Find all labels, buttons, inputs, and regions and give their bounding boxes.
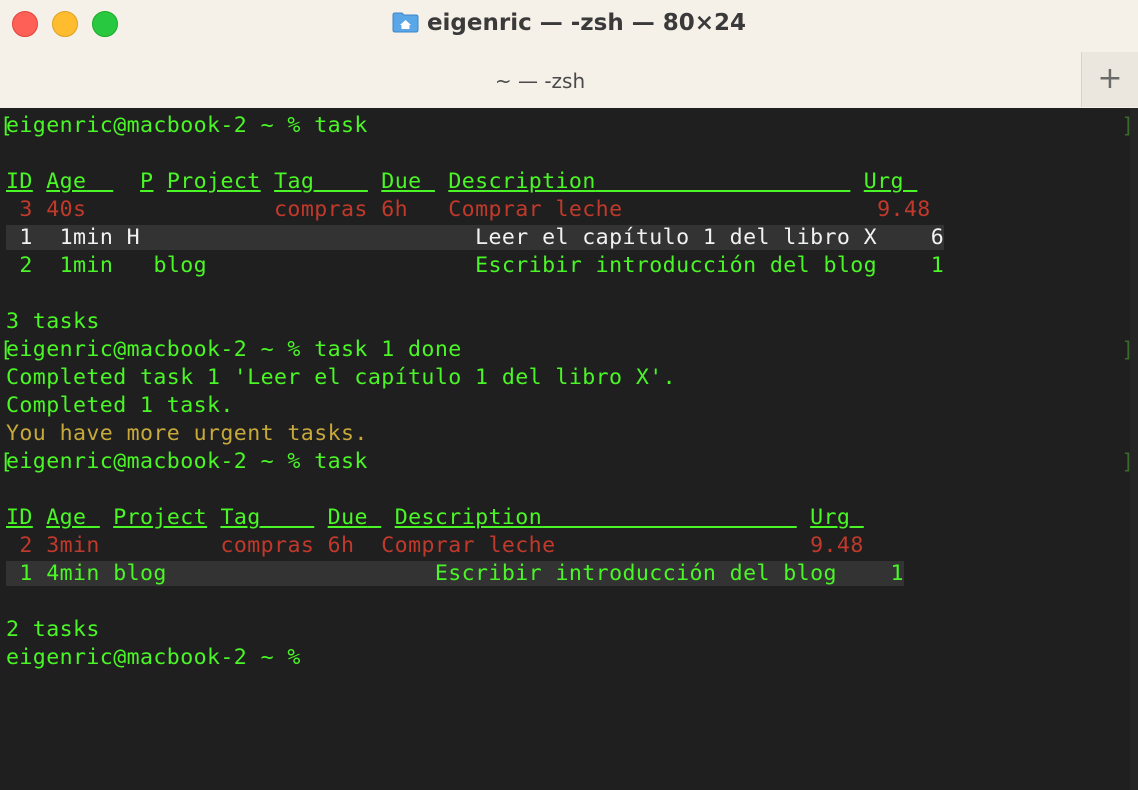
- task-count: 3 tasks: [6, 309, 100, 334]
- table-row: 2 3min compras 6h Comprar leche 9.48: [19, 533, 864, 558]
- table-header: ID Age Project Tag Due Description Urg: [6, 505, 851, 530]
- tab-title[interactable]: ~ — -zsh: [0, 68, 1080, 94]
- table-row: 2 1min blog Escribir introducción del bl…: [19, 253, 945, 278]
- window-title: eigenric — -zsh — 80×24: [0, 8, 1138, 38]
- warning-line: You have more urgent tasks.: [6, 421, 368, 446]
- output-line: Completed 1 task.: [6, 393, 234, 418]
- home-folder-icon: [392, 12, 419, 33]
- terminal-output[interactable]: [ eigenric@macbook-2 ~ % task ] ID Age P…: [0, 108, 1138, 790]
- table-header: ID Age P Project Tag Due Description Urg: [6, 169, 904, 194]
- terminal-window: eigenric — -zsh — 80×24 ~ — -zsh + [ eig…: [0, 0, 1138, 790]
- window-title-text: eigenric — -zsh — 80×24: [426, 10, 747, 36]
- output-line: Completed task 1 'Leer el capítulo 1 del…: [6, 365, 677, 390]
- prompt-line[interactable]: eigenric@macbook-2 ~ %: [6, 644, 314, 672]
- table-row: 1 1min H Leer el capítulo 1 del libro X …: [6, 224, 945, 252]
- title-bar[interactable]: eigenric — -zsh — 80×24 ~ — -zsh +: [0, 0, 1138, 109]
- table-row: 3 40s compras 6h Comprar leche 9.48: [19, 197, 931, 222]
- table-row: 1 4min blog Escribir introducción del bl…: [6, 560, 904, 588]
- task-count: 2 tasks: [6, 617, 100, 642]
- new-tab-button[interactable]: +: [1081, 52, 1138, 107]
- prompt-line: eigenric@macbook-2 ~ % task 1 done: [6, 337, 462, 362]
- scrollbar-track[interactable]: [1130, 108, 1138, 790]
- prompt-line: eigenric@macbook-2 ~ % task: [6, 113, 368, 138]
- prompt-line: eigenric@macbook-2 ~ % task: [6, 449, 368, 474]
